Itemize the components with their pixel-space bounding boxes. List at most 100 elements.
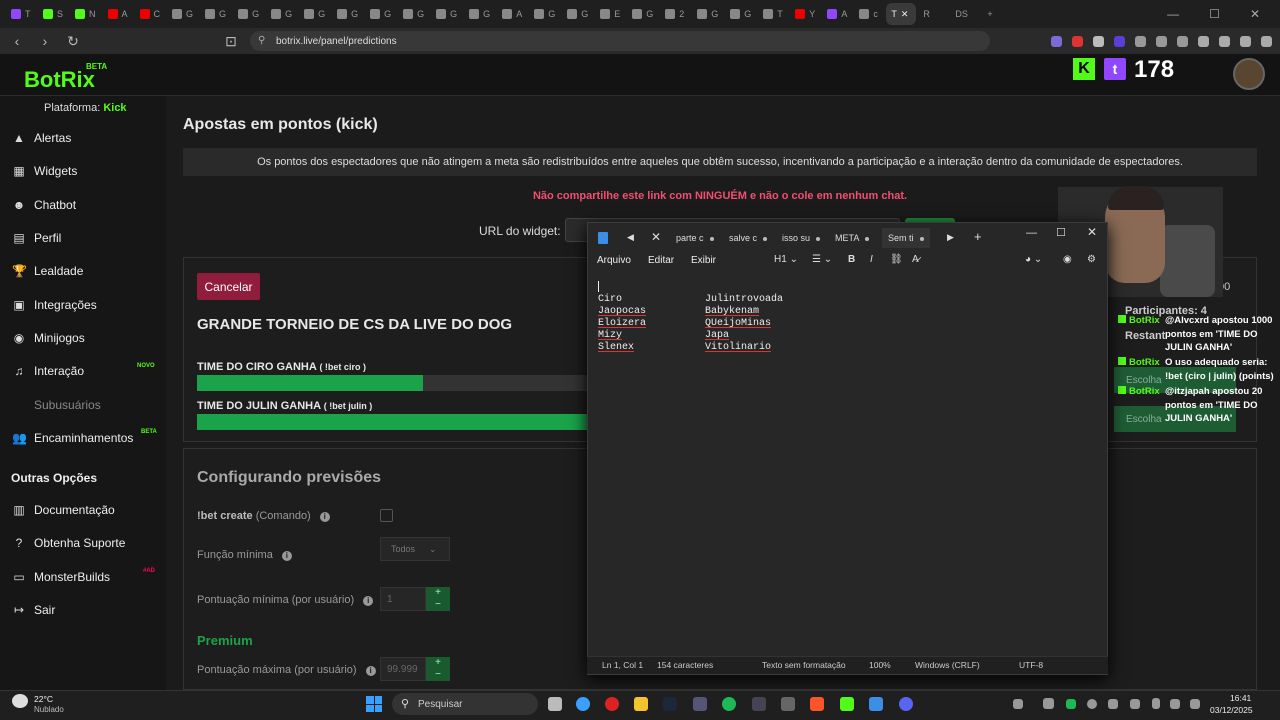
obs-icon[interactable] bbox=[752, 697, 766, 711]
browser-tab[interactable]: G bbox=[627, 3, 658, 25]
clear-format-icon[interactable]: A̷ bbox=[912, 254, 919, 265]
tray-icon[interactable] bbox=[1108, 699, 1118, 709]
new-tab-icon[interactable]: + bbox=[974, 229, 982, 244]
notepad-tab[interactable]: salve c bbox=[729, 233, 768, 243]
close-window-icon[interactable]: ✕ bbox=[1087, 225, 1097, 239]
clock-time[interactable]: 16:41 bbox=[1230, 693, 1251, 703]
browser-tab[interactable]: C bbox=[135, 3, 166, 25]
extension-icon[interactable] bbox=[1156, 35, 1167, 47]
spotify-icon[interactable] bbox=[722, 697, 736, 711]
line-ending[interactable]: Windows (CRLF) bbox=[915, 660, 980, 670]
botrix-logo[interactable]: BotRix bbox=[24, 67, 95, 93]
menu-arquivo[interactable]: Arquivo bbox=[597, 255, 631, 266]
italic-icon[interactable]: I bbox=[870, 254, 873, 265]
sidebar-item-subusurios[interactable]: Subusuários bbox=[12, 398, 101, 412]
minimize-icon[interactable]: — bbox=[1167, 7, 1179, 21]
discord-icon[interactable] bbox=[899, 697, 913, 711]
browser-tab[interactable]: G bbox=[529, 3, 560, 25]
browser-tab[interactable]: G bbox=[562, 3, 593, 25]
browser-tab[interactable]: G bbox=[398, 3, 429, 25]
notepad-tab-active[interactable]: Sem ti bbox=[882, 228, 930, 248]
browser-tab[interactable]: G bbox=[431, 3, 462, 25]
tab-scroll-left-icon[interactable]: ◀ bbox=[627, 232, 634, 243]
account-icon[interactable]: ◉ bbox=[1063, 254, 1072, 265]
info-icon[interactable]: i bbox=[363, 596, 374, 606]
sidebar-item-encaminhamentos[interactable]: 👥 Encaminhamentos bbox=[12, 431, 133, 445]
encoding[interactable]: UTF-8 bbox=[1019, 660, 1043, 670]
bold-icon[interactable]: B bbox=[848, 254, 855, 265]
notepad-taskbar-icon[interactable] bbox=[869, 697, 883, 711]
network-icon[interactable] bbox=[1170, 699, 1180, 709]
browser-tab[interactable]: G bbox=[725, 3, 756, 25]
sidebar-item-monsterbuilds[interactable]: ▭ MonsterBuilds bbox=[12, 570, 110, 584]
browser-tab-active[interactable]: T ✕ bbox=[886, 3, 917, 25]
sidebar-item-obtenhasuporte[interactable]: ? Obtenha Suporte bbox=[12, 536, 126, 550]
format-mode[interactable]: Texto sem formatação bbox=[762, 660, 846, 670]
extension-icon[interactable] bbox=[1135, 35, 1146, 47]
sidebar-item-documentao[interactable]: ▥ Documentação bbox=[12, 503, 114, 517]
min-points-stepper[interactable]: + − bbox=[426, 587, 450, 611]
browser-tab[interactable]: G bbox=[233, 3, 264, 25]
vpn-icon[interactable] bbox=[1240, 35, 1251, 47]
list-icon[interactable]: ☰ ⌄ bbox=[812, 254, 832, 265]
back-icon[interactable]: ‹ bbox=[8, 33, 26, 49]
kick-app-icon[interactable] bbox=[840, 697, 854, 711]
browser-tab[interactable]: G bbox=[332, 3, 363, 25]
task-view-icon[interactable] bbox=[548, 697, 562, 711]
close-tab-icon[interactable]: ✕ bbox=[651, 230, 661, 244]
browser-tab[interactable]: T bbox=[6, 3, 36, 25]
tab-scroll-right-icon[interactable]: ▶ bbox=[947, 232, 954, 243]
browser-tab[interactable]: G bbox=[464, 3, 495, 25]
notepad-tab[interactable]: parte c bbox=[676, 233, 714, 243]
menu-exibir[interactable]: Exibir bbox=[691, 255, 716, 266]
windows-start-icon[interactable] bbox=[366, 696, 382, 712]
microphone-icon[interactable] bbox=[1152, 698, 1160, 709]
menu-editar[interactable]: Editar bbox=[648, 255, 674, 266]
volume-icon[interactable] bbox=[1190, 699, 1200, 709]
chrome-icon[interactable] bbox=[576, 697, 590, 711]
reload-icon[interactable]: ↻ bbox=[64, 33, 82, 50]
max-points-input[interactable]: 99.999 bbox=[380, 657, 426, 681]
browser-tab[interactable]: DS bbox=[950, 3, 980, 25]
browser-tab[interactable]: A bbox=[103, 3, 133, 25]
weather-cloud-icon[interactable] bbox=[12, 694, 28, 708]
taskbar-search[interactable]: ⚲ Pesquisar bbox=[392, 693, 538, 715]
sidebar-item-interao[interactable]: ♫ Interação bbox=[12, 364, 85, 378]
url-field[interactable]: ⚲ botrix.live/panel/predictions bbox=[250, 31, 990, 51]
close-window-icon[interactable]: ✕ bbox=[1250, 7, 1260, 21]
tray-icon[interactable] bbox=[1087, 699, 1097, 709]
browser-tab[interactable]: G bbox=[692, 3, 723, 25]
browser-tab[interactable]: c bbox=[854, 3, 884, 25]
extension-icon[interactable] bbox=[1177, 35, 1188, 47]
browser-tab[interactable]: R bbox=[918, 3, 948, 25]
extension-icon[interactable] bbox=[1072, 35, 1083, 47]
link-icon[interactable]: ⛓ bbox=[890, 254, 903, 265]
kick-icon[interactable]: K bbox=[1073, 58, 1095, 80]
sidebar-item-lealdade[interactable]: 🏆 Lealdade bbox=[12, 264, 83, 278]
info-icon[interactable]: i bbox=[281, 551, 292, 561]
sidebar-item-sair[interactable]: ↦ Sair bbox=[12, 603, 55, 617]
tray-play-icon[interactable] bbox=[1066, 699, 1076, 709]
browser-tab[interactable]: T bbox=[758, 3, 788, 25]
minimize-icon[interactable]: — bbox=[1026, 227, 1037, 239]
file-explorer-icon[interactable] bbox=[634, 697, 648, 711]
browser-tab[interactable]: 2 bbox=[660, 3, 690, 25]
browser-tab[interactable]: A bbox=[497, 3, 527, 25]
browser-tab[interactable]: E bbox=[595, 3, 625, 25]
maximize-icon[interactable]: ☐ bbox=[1209, 7, 1220, 21]
settings-gear-icon[interactable]: ⚙ bbox=[1087, 254, 1096, 265]
sidebar-item-perfil[interactable]: ▤ Perfil bbox=[12, 231, 61, 245]
sidebar-toggle-icon[interactable] bbox=[1198, 35, 1209, 47]
wallet-icon[interactable] bbox=[1219, 35, 1230, 47]
tray-icon[interactable] bbox=[1043, 698, 1054, 709]
brave-icon[interactable] bbox=[810, 697, 824, 711]
info-icon[interactable]: i bbox=[319, 512, 330, 522]
clock-date[interactable]: 03/12/2025 bbox=[1210, 705, 1253, 715]
max-points-stepper[interactable]: + − bbox=[426, 657, 450, 681]
browser-tab[interactable]: G bbox=[365, 3, 396, 25]
notepad-tab[interactable]: META bbox=[835, 233, 870, 243]
weather-temp[interactable]: 22°C bbox=[34, 694, 53, 704]
avatar[interactable] bbox=[1233, 58, 1265, 90]
heading-dropdown[interactable]: H1 ⌄ bbox=[774, 254, 798, 265]
sidebar-item-integraes[interactable]: ▣ Integrações bbox=[12, 298, 96, 312]
